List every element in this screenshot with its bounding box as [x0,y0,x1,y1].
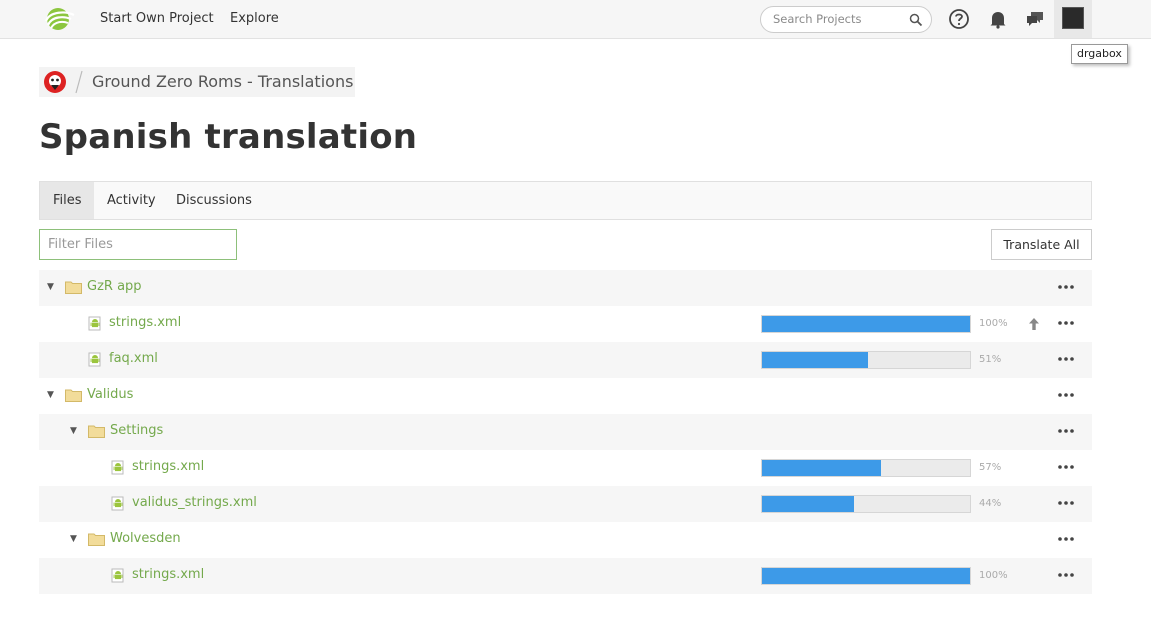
progress-percent: 57% [979,462,1002,473]
folder-name[interactable]: Settings [110,423,163,438]
folder-row[interactable]: ▼ GzR app [39,270,1092,306]
tab-files[interactable]: Files [40,182,94,219]
file-row[interactable]: validus_strings.xml 44% [39,486,1092,522]
file-name[interactable]: validus_strings.xml [132,495,257,510]
file-row[interactable]: strings.xml 100% [39,558,1092,594]
bell-icon[interactable] [987,8,1009,30]
expand-caret-icon[interactable]: ▼ [47,282,57,292]
breadcrumb-separator [75,70,83,94]
start-own-project-link[interactable]: Start Own Project [100,11,214,26]
top-navbar: Start Own Project Explore [0,0,1151,39]
explore-link[interactable]: Explore [230,11,279,26]
crowdin-logo-icon[interactable] [40,7,76,31]
android-file-icon [111,568,124,583]
translation-progress-bar [761,495,971,513]
file-name[interactable]: strings.xml [132,567,204,582]
translate-all-button[interactable]: Translate All [991,229,1092,260]
more-options-icon[interactable] [1057,280,1075,294]
folder-name[interactable]: Wolvesden [110,531,181,546]
file-row[interactable]: strings.xml 57% [39,450,1092,486]
user-avatar-button[interactable] [1054,0,1092,38]
translation-progress-bar [761,315,971,333]
folder-name[interactable]: GzR app [87,279,142,294]
more-options-icon[interactable] [1057,388,1075,402]
file-name[interactable]: strings.xml [109,315,181,330]
more-options-icon[interactable] [1057,352,1075,366]
progress-percent: 44% [979,498,1002,509]
file-row[interactable]: faq.xml 51% [39,342,1092,378]
help-icon[interactable] [948,8,970,30]
folder-icon [65,281,82,294]
file-name[interactable]: strings.xml [132,459,204,474]
more-options-icon[interactable] [1057,568,1075,582]
user-tooltip: drgabox [1071,44,1128,64]
folder-name[interactable]: Validus [87,387,133,402]
more-options-icon[interactable] [1057,496,1075,510]
android-file-icon [111,496,124,511]
more-options-icon[interactable] [1057,532,1075,546]
tab-discussions[interactable]: Discussions [163,182,265,219]
upload-arrow-icon[interactable] [1027,316,1041,332]
folder-row[interactable]: ▼ Wolvesden [39,522,1092,558]
expand-caret-icon[interactable]: ▼ [70,426,80,436]
folder-icon [88,425,105,438]
android-file-icon [111,460,124,475]
file-name[interactable]: faq.xml [109,351,158,366]
progress-fill [762,316,970,332]
progress-fill [762,568,970,584]
project-logo-icon[interactable] [42,69,68,95]
progress-percent: 100% [979,318,1008,329]
breadcrumb: Ground Zero Roms - Translations [39,67,355,97]
search-input[interactable] [773,12,903,26]
filter-box [39,229,237,260]
android-file-icon [88,352,101,367]
folder-row[interactable]: ▼ Settings [39,414,1092,450]
file-tree: ▼ GzR app strings.xml 100% faq.xml 51% ▼ Validu… [39,270,1092,594]
progress-percent: 51% [979,354,1002,365]
expand-caret-icon[interactable]: ▼ [70,534,80,544]
translation-progress-bar [761,459,971,477]
file-row[interactable]: strings.xml 100% [39,306,1092,342]
progress-percent: 100% [979,570,1008,581]
tab-bar: Files Activity Discussions [39,181,1092,220]
folder-icon [88,533,105,546]
android-file-icon [88,316,101,331]
search-box [760,6,932,33]
chat-icon[interactable] [1024,8,1046,30]
page-title: Spanish translation [39,117,418,157]
translation-progress-bar [761,567,971,585]
filter-files-input[interactable] [48,237,228,252]
progress-fill [762,460,881,476]
progress-fill [762,496,854,512]
more-options-icon[interactable] [1057,316,1075,330]
folder-icon [65,389,82,402]
breadcrumb-project-link[interactable]: Ground Zero Roms - Translations [92,72,353,91]
progress-fill [762,352,869,368]
tab-activity[interactable]: Activity [94,182,169,219]
avatar [1062,7,1084,29]
translation-progress-bar [761,351,971,369]
search-icon[interactable] [909,13,923,27]
more-options-icon[interactable] [1057,460,1075,474]
more-options-icon[interactable] [1057,424,1075,438]
expand-caret-icon[interactable]: ▼ [47,390,57,400]
folder-row[interactable]: ▼ Validus [39,378,1092,414]
